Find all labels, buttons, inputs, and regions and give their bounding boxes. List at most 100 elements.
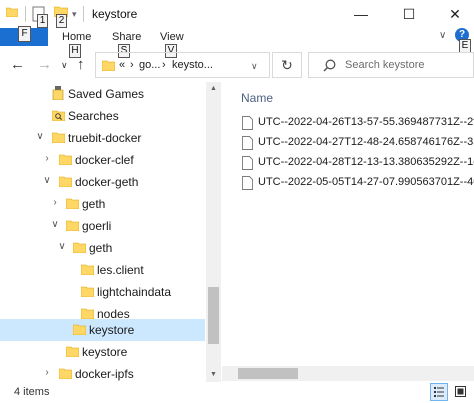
tree-item-label: lightchaindata [97, 285, 172, 299]
file-name: UTC--2022-05-05T14-27-07.990563701Z--40 [258, 176, 474, 188]
file-name: UTC--2022-04-26T13-57-55.369487731Z--2f [258, 116, 474, 128]
tree-item-label: Searches [68, 109, 119, 123]
tree-item-keystore[interactable]: keystore [0, 341, 205, 363]
tree-item-label: keystore [82, 345, 128, 359]
tree-item-lightchaindata[interactable]: lightchaindata [0, 281, 205, 303]
keytip-file: F [18, 26, 31, 42]
folder-icon [73, 242, 86, 253]
tree-item-label: geth [82, 197, 106, 211]
tree-item-label: truebit-docker [68, 131, 142, 145]
scroll-down-icon[interactable]: ▼ [206, 371, 221, 378]
breadcrumb-overflow[interactable]: « [119, 59, 125, 71]
back-button[interactable]: ← [10, 56, 25, 73]
chevron-down-icon[interactable]: ∨ [42, 176, 52, 186]
item-count: 4 items [14, 386, 50, 398]
file-row[interactable]: UTC--2022-04-28T12-13-13.380635292Z--1d [240, 153, 474, 173]
content-horizontal-scrollbar[interactable] [222, 366, 474, 381]
tree-item-keystore-selected[interactable]: keystore [0, 319, 205, 341]
tree-item-label: docker-clef [75, 153, 134, 167]
search-icon [323, 59, 336, 72]
search-placeholder: Search keystore [345, 59, 425, 71]
breadcrumb-separator[interactable]: › [162, 59, 166, 71]
tab-home[interactable]: Home [62, 31, 91, 43]
minimize-button[interactable]: — [338, 0, 384, 28]
tree-item-label: Saved Games [68, 87, 145, 101]
keytip-quick-2: 2 [56, 14, 67, 28]
up-button[interactable]: ↑ [77, 56, 85, 73]
address-row: ← → ∨ ↑ « › go... › keysto... ∨ ↻ Search… [0, 50, 474, 80]
scrollbar-thumb[interactable] [208, 287, 219, 344]
navigation-scrollbar[interactable]: ▲ ▼ [206, 82, 221, 382]
tree-item-label: keystore [89, 323, 135, 337]
minimize-icon: — [354, 6, 368, 22]
tree-item-docker-geth[interactable]: ∨ docker-geth [0, 171, 205, 193]
tree-item-truebit-docker[interactable]: ∨ truebit-docker [0, 127, 205, 149]
expand-ribbon-icon[interactable]: ∨ [439, 30, 446, 41]
tree-item-goerli[interactable]: ∨ goerli [0, 215, 205, 237]
chevron-down-icon[interactable]: ∨ [50, 220, 60, 230]
file-icon [242, 116, 253, 130]
file-icon [242, 156, 253, 170]
chevron-right-icon[interactable]: › [42, 154, 52, 164]
file-icon [242, 136, 253, 150]
keytip-quick-1: 1 [37, 14, 48, 28]
chevron-right-icon[interactable]: › [42, 368, 52, 378]
file-icon [242, 176, 253, 190]
address-bar[interactable]: « › go... › keysto... ∨ [95, 52, 270, 78]
tab-view[interactable]: View [160, 31, 184, 43]
file-row[interactable]: UTC--2022-05-05T14-27-07.990563701Z--40 [240, 173, 474, 193]
folder-icon [52, 132, 65, 143]
file-row[interactable]: UTC--2022-04-27T12-48-24.658746176Z--35 [240, 133, 474, 153]
title-bar: 1 2 ▾ keystore — ☐ ✕ [0, 0, 474, 28]
recent-locations-button[interactable]: ∨ [61, 60, 68, 71]
folder-icon [59, 368, 72, 379]
column-header-name[interactable]: Name [241, 91, 273, 105]
large-icons-view-icon [455, 386, 466, 397]
folder-icon [66, 198, 79, 209]
toolbar-divider [25, 6, 26, 22]
close-icon: ✕ [449, 5, 461, 22]
scrollbar-thumb[interactable] [238, 368, 298, 379]
tree-item-label: goerli [82, 219, 112, 233]
title-divider [83, 6, 84, 22]
file-name: UTC--2022-04-28T12-13-13.380635292Z--1d [258, 156, 474, 168]
ribbon-tabs: F Home H Share S View V ∨ ? E [0, 26, 474, 58]
folder-icon [81, 286, 94, 297]
tree-item-les-client[interactable]: les.client [0, 259, 205, 281]
file-row[interactable]: UTC--2022-04-26T13-57-55.369487731Z--2f [240, 113, 474, 133]
status-bar: 4 items [0, 382, 474, 403]
chevron-down-icon[interactable]: ∨ [57, 242, 67, 252]
folder-icon [81, 264, 94, 275]
folder-icon [102, 60, 115, 71]
tree-item-geth[interactable]: › geth [0, 193, 205, 215]
refresh-button[interactable]: ↻ [272, 52, 302, 78]
tab-share[interactable]: Share [112, 31, 141, 43]
tree-item-label: docker-geth [75, 175, 139, 189]
address-dropdown-icon[interactable]: ∨ [251, 61, 258, 72]
maximize-button[interactable]: ☐ [386, 0, 432, 28]
tree-item-label: docker-ipfs [75, 367, 134, 381]
customize-toolbar-icon[interactable]: ▾ [72, 9, 77, 20]
file-list: Name UTC--2022-04-26T13-57-55.369487731Z… [222, 82, 474, 382]
scroll-up-icon[interactable]: ▲ [206, 85, 221, 92]
search-input[interactable]: Search keystore [308, 52, 474, 78]
close-button[interactable]: ✕ [432, 0, 474, 28]
details-view-button[interactable] [430, 383, 448, 401]
tree-item-geth-goerli[interactable]: ∨ geth [0, 237, 205, 259]
breadcrumb-keystore[interactable]: keysto... [172, 59, 213, 71]
forward-button[interactable]: → [37, 56, 52, 73]
folder-icon [66, 220, 79, 231]
breadcrumb-separator[interactable]: › [130, 59, 134, 71]
tree-item-label: les.client [97, 263, 144, 277]
tree-item-label: geth [89, 241, 113, 255]
breadcrumb-goerli[interactable]: go... [139, 59, 160, 71]
tree-item-searches[interactable]: Searches [0, 105, 205, 127]
chevron-down-icon[interactable]: ∨ [35, 132, 45, 142]
tree-item-docker-clef[interactable]: › docker-clef [0, 149, 205, 171]
large-icons-view-button[interactable] [452, 383, 470, 401]
search-folder-icon [52, 110, 65, 121]
refresh-icon: ↻ [281, 56, 293, 73]
chevron-right-icon[interactable]: › [50, 198, 60, 208]
tree-item-saved-games[interactable]: Saved Games [0, 83, 205, 105]
tree-item-docker-ipfs[interactable]: › docker-ipfs [0, 363, 205, 382]
